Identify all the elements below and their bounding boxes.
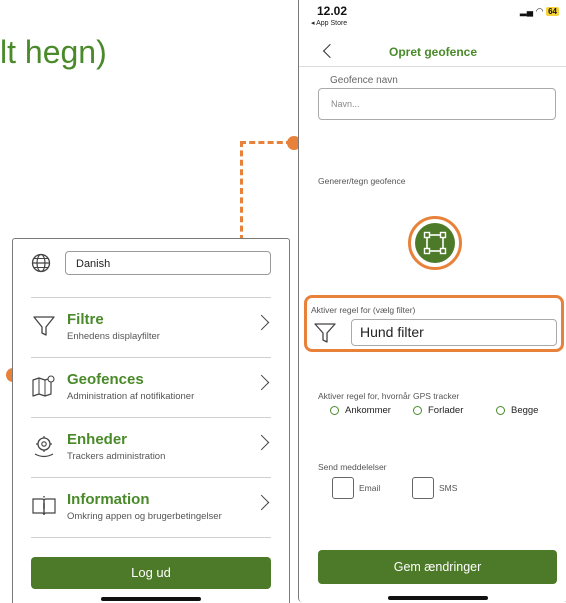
- gps-rule-label: Aktiver regel for, hvornår GPS tracker: [318, 391, 460, 401]
- divider: [31, 477, 271, 478]
- chevron-right-icon: [253, 494, 270, 511]
- save-changes-button[interactable]: Gem ændringer: [318, 550, 557, 584]
- back-to-app-link[interactable]: ◂ App Store: [311, 19, 347, 27]
- menu-item-title: Filtre: [67, 311, 104, 328]
- funnel-icon: [33, 316, 55, 336]
- chevron-right-icon: [253, 314, 270, 331]
- nav-title: Opret geofence: [388, 45, 478, 59]
- tracker-icon: [34, 436, 54, 458]
- sms-checkbox[interactable]: [412, 477, 434, 499]
- divider: [31, 417, 271, 418]
- home-indicator: [388, 596, 488, 600]
- menu-item-subtitle: Omkring appen og brugerbetingelser: [67, 511, 222, 522]
- status-time: 12.02: [317, 4, 348, 18]
- menu-item-subtitle: Trackers administration: [67, 451, 166, 462]
- home-indicator: [101, 597, 201, 601]
- menu-item-filtre[interactable]: Filtre Enhedens displayfilter: [31, 301, 271, 361]
- divider: [31, 357, 271, 358]
- radio-begge[interactable]: Begge: [496, 405, 538, 416]
- menu-item-title: Geofences: [67, 371, 144, 388]
- menu-screen: Danish Filtre Enhedens displayfilter Geo…: [12, 238, 290, 603]
- language-select[interactable]: Danish: [65, 251, 271, 275]
- geofence-name-label: Geofence navn: [330, 75, 398, 86]
- notify-label: Send meddelelser: [318, 462, 387, 472]
- draw-geofence-button[interactable]: [408, 216, 462, 270]
- email-checkbox[interactable]: [332, 477, 354, 499]
- divider: [299, 66, 566, 67]
- funnel-icon: [314, 323, 336, 343]
- filter-rule-section: Aktiver regel for (vælg filter) Hund fil…: [304, 295, 564, 352]
- language-row: Danish: [31, 251, 271, 277]
- menu-item-title: Information: [67, 491, 150, 508]
- draw-button-fill: [415, 223, 455, 263]
- email-checkbox-label: Email: [359, 483, 381, 493]
- radio-label: Forlader: [428, 405, 464, 416]
- signal-icon: ▂▄: [519, 6, 534, 16]
- radio-forlader[interactable]: Forlader: [413, 405, 463, 416]
- chevron-right-icon: [253, 374, 270, 391]
- menu-item-geofences[interactable]: Geofences Administration af notifikation…: [31, 361, 271, 421]
- geofence-name-input[interactable]: Navn...: [318, 88, 556, 120]
- menu-item-title: Enheder: [67, 431, 128, 448]
- map-icon: [32, 375, 55, 397]
- divider: [31, 297, 271, 298]
- menu-item-enheder[interactable]: Enheder Trackers administration: [31, 421, 271, 481]
- filter-rule-label: Aktiver regel for (vælg filter): [311, 305, 416, 315]
- radio-circle: [330, 405, 339, 415]
- wifi-icon: ◠: [535, 6, 544, 16]
- filter-select[interactable]: Hund filter: [351, 319, 557, 346]
- battery-icon: 64: [546, 7, 559, 16]
- radio-label: Ankommer: [345, 405, 391, 416]
- menu-item-subtitle: Enhedens displayfilter: [67, 331, 160, 342]
- radio-ankommer[interactable]: Ankommer: [330, 405, 391, 416]
- book-icon: [32, 496, 56, 516]
- globe-icon: [31, 253, 51, 273]
- status-icons: ▂▄ ◠ 64: [520, 6, 559, 17]
- radio-circle: [413, 405, 422, 415]
- divider: [31, 537, 271, 538]
- polygon-draw-icon: [423, 231, 447, 255]
- logout-button[interactable]: Log ud: [31, 557, 271, 589]
- slide-title-fragment: lt hegn): [0, 34, 107, 70]
- menu-item-information[interactable]: Information Omkring appen og brugerbetin…: [31, 481, 271, 541]
- chevron-right-icon: [253, 434, 270, 451]
- radio-circle: [496, 405, 505, 415]
- connector-line-vertical: [240, 141, 243, 241]
- radio-label: Begge: [511, 405, 539, 416]
- draw-geofence-label: Generer/tegn geofence: [318, 176, 406, 186]
- menu-item-subtitle: Administration af notifikationer: [67, 391, 195, 402]
- sms-checkbox-label: SMS: [439, 483, 458, 493]
- connector-line-horizontal: [240, 141, 292, 144]
